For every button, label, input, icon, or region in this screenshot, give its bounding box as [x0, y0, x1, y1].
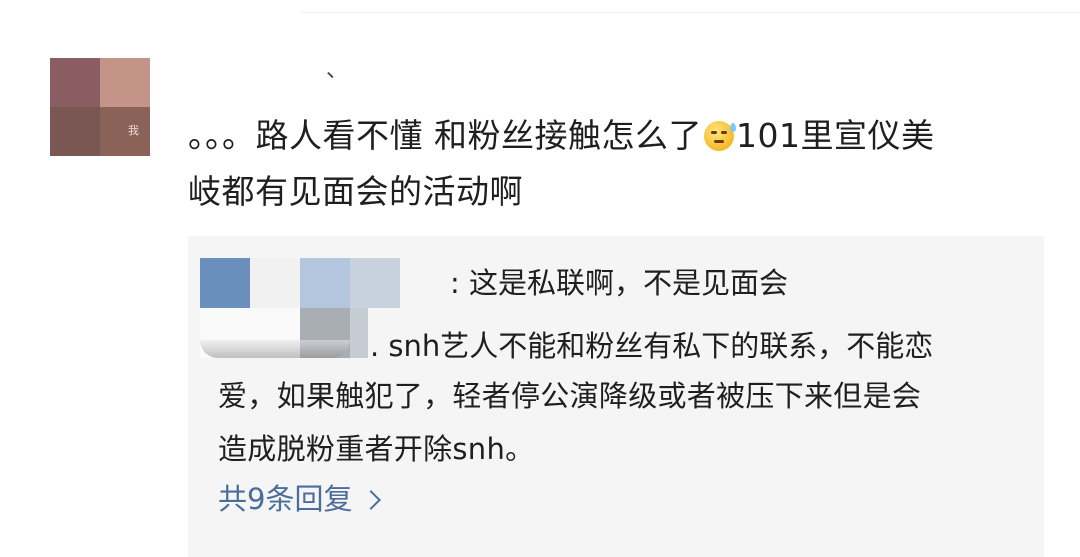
redacted-username-mosaic	[350, 258, 400, 308]
reply-preview-box[interactable]: : 这是私联啊，不是见面会 . snh艺人不能和粉丝有私下的联系，不能恋 爱，如…	[188, 236, 1044, 557]
reply-text-line: 造成脱粉重者开除snh。	[218, 432, 535, 466]
username[interactable]: 、	[326, 52, 348, 84]
avatar[interactable]: 我	[50, 58, 150, 156]
avatar-mosaic-tile	[50, 107, 100, 156]
reply-text-line: . snh艺人不能和粉丝有私下的联系，不能恋	[370, 329, 934, 363]
redacted-username-mosaic	[200, 258, 250, 308]
reply-text-line: : 这是私联啊，不是见面会	[450, 266, 788, 300]
view-more-replies-button[interactable]: 共9条回复	[218, 478, 382, 520]
comment-text-part: 101里宣仪美	[736, 116, 935, 155]
redacted-username-mosaic	[250, 258, 300, 308]
redacted-username-mosaic	[300, 258, 350, 308]
comment-page: 我 、 。。。路人看不懂 和粉丝接触怎么了 101里宣仪美 岐都有见面会的活动啊 …	[0, 0, 1080, 557]
reply-text-line: 爱，如果触犯了，轻者停公演降级或者被压下来但是会	[218, 379, 922, 413]
reply-text: 爱，如果触犯了，轻者停公演降级或者被压下来但是会 造成脱粉重者开除snh。	[218, 370, 1018, 476]
sweat-smile-emoji-icon	[704, 121, 736, 151]
chevron-right-icon	[361, 490, 382, 510]
avatar-badge: 我	[128, 124, 139, 137]
top-divider	[300, 12, 1080, 13]
comment-text: 。。。路人看不懂 和粉丝接触怎么了 101里宣仪美 岐都有见面会的活动啊	[188, 108, 1058, 220]
avatar-mosaic-tile	[100, 107, 150, 156]
comment-text-part: 。。。路人看不懂 和粉丝接触怎么了	[188, 116, 702, 155]
avatar-mosaic-tile	[100, 58, 150, 108]
avatar-mosaic-tile	[50, 58, 100, 108]
comment-line-2: 岐都有见面会的活动啊	[188, 172, 523, 211]
more-replies-label[interactable]: 共9条回复	[218, 478, 352, 520]
comment-line-1: 。。。路人看不懂 和粉丝接触怎么了 101里宣仪美	[188, 108, 1058, 164]
redacted-username-mosaic	[350, 308, 368, 358]
redacted-username-mosaic	[200, 340, 350, 358]
